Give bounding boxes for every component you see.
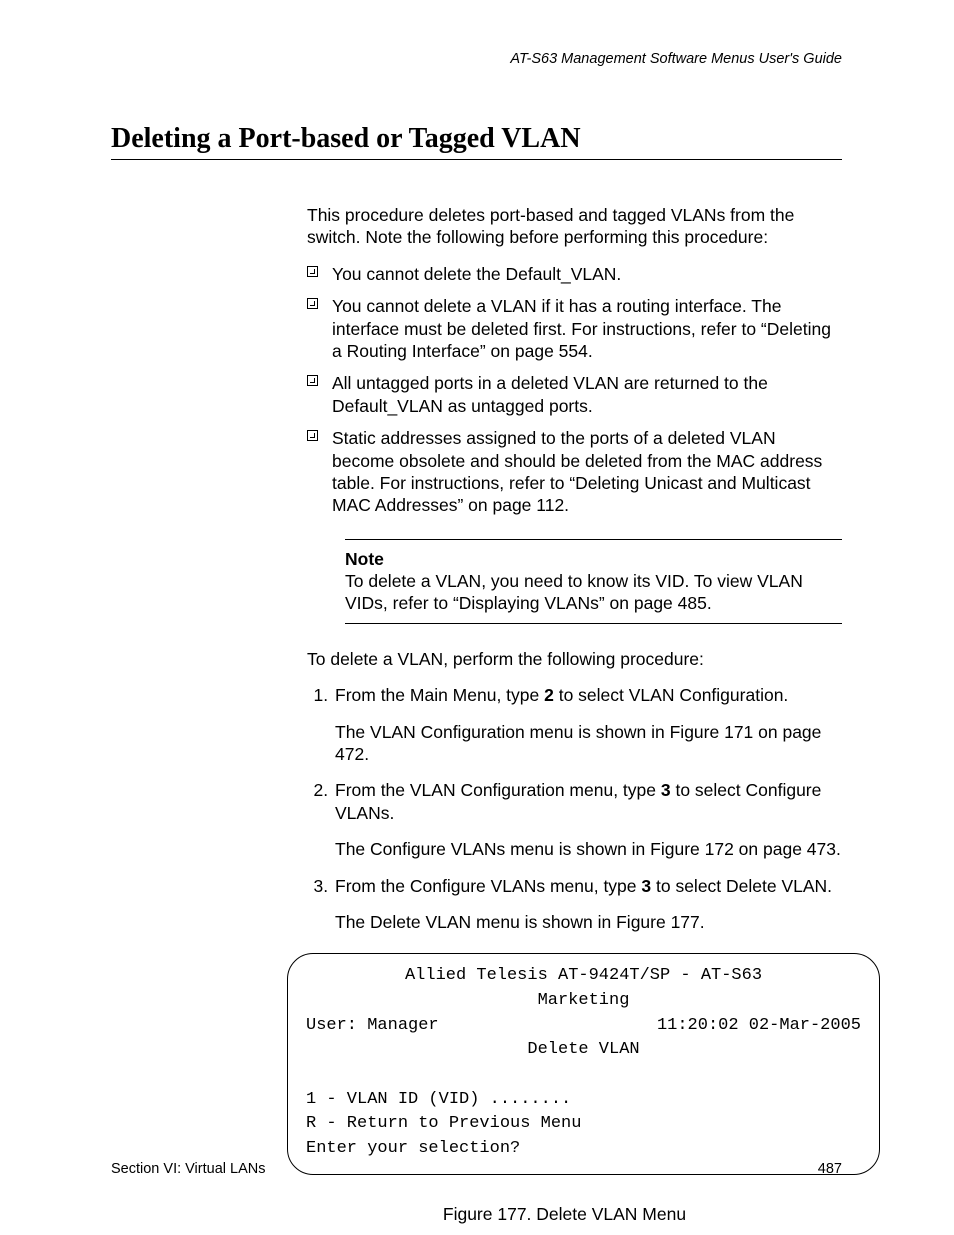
- terminal-time: 11:20:02 02-Mar-2005: [657, 1014, 861, 1039]
- terminal-user: User: Manager: [306, 1014, 439, 1039]
- step-text-pre: From the VLAN Configuration menu, type: [335, 780, 661, 800]
- step-sub: The VLAN Configuration menu is shown in …: [335, 721, 842, 766]
- step-sub: The Configure VLANs menu is shown in Fig…: [335, 838, 842, 860]
- intro-paragraph: This procedure deletes port-based and ta…: [307, 204, 842, 249]
- procedure-steps: From the Main Menu, type 2 to select VLA…: [307, 684, 842, 933]
- footer-page: 487: [818, 1161, 842, 1177]
- terminal-prompt: Enter your selection?: [306, 1139, 520, 1158]
- bullet-item: You cannot delete the Default_VLAN.: [307, 263, 842, 285]
- note-text: To delete a VLAN, you need to know its V…: [345, 570, 842, 615]
- terminal-option-1: 1 - VLAN ID (VID) ........: [306, 1090, 571, 1109]
- footer-section: Section VI: Virtual LANs: [111, 1161, 265, 1177]
- header-guide-title: AT-S63 Management Software Menus User's …: [111, 51, 842, 67]
- step-item: From the VLAN Configuration menu, type 3…: [333, 779, 842, 860]
- square-bullet-icon: [307, 375, 318, 386]
- bullet-item: You cannot delete a VLAN if it has a rou…: [307, 295, 842, 362]
- step-sub: The Delete VLAN menu is shown in Figure …: [335, 911, 842, 933]
- terminal-option-return: R - Return to Previous Menu: [306, 1114, 581, 1133]
- terminal-menu-title: Delete VLAN: [306, 1038, 861, 1063]
- terminal-header1: Allied Telesis AT-9424T/SP - AT-S63: [306, 964, 861, 989]
- bullet-text: You cannot delete the Default_VLAN.: [332, 264, 621, 284]
- note-label: Note: [345, 548, 842, 570]
- page-title: Deleting a Port-based or Tagged VLAN: [111, 123, 842, 160]
- note-box: Note To delete a VLAN, you need to know …: [345, 539, 842, 624]
- square-bullet-icon: [307, 298, 318, 309]
- bullet-text: You cannot delete a VLAN if it has a rou…: [332, 296, 831, 361]
- step-item: From the Configure VLANs menu, type 3 to…: [333, 875, 842, 934]
- step-text-post: to select VLAN Configuration.: [554, 685, 788, 705]
- step-item: From the Main Menu, type 2 to select VLA…: [333, 684, 842, 765]
- figure-caption: Figure 177. Delete VLAN Menu: [267, 1203, 862, 1225]
- terminal-screenshot: Allied Telesis AT-9424T/SP - AT-S63Marke…: [287, 953, 880, 1174]
- step-bold: 2: [544, 685, 554, 705]
- steps-intro: To delete a VLAN, perform the following …: [307, 648, 842, 670]
- bullet-text: All untagged ports in a deleted VLAN are…: [332, 373, 768, 415]
- step-bold: 3: [661, 780, 671, 800]
- step-text-post: to select Delete VLAN.: [651, 876, 832, 896]
- bullet-item: Static addresses assigned to the ports o…: [307, 427, 842, 517]
- step-text-pre: From the Configure VLANs menu, type: [335, 876, 641, 896]
- step-text-pre: From the Main Menu, type: [335, 685, 544, 705]
- bullet-item: All untagged ports in a deleted VLAN are…: [307, 372, 842, 417]
- step-bold: 3: [641, 876, 651, 896]
- terminal-header2: Marketing: [306, 989, 861, 1014]
- square-bullet-icon: [307, 430, 318, 441]
- square-bullet-icon: [307, 266, 318, 277]
- bullet-text: Static addresses assigned to the ports o…: [332, 428, 822, 515]
- bullet-list: You cannot delete the Default_VLAN. You …: [307, 263, 842, 517]
